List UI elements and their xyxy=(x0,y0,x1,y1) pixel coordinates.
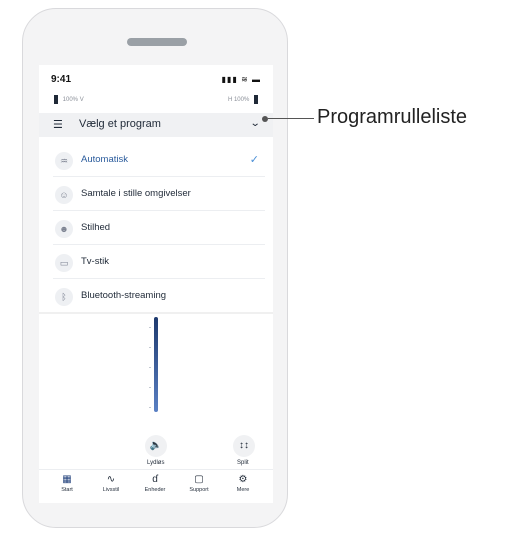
program-dropdown-title: Vælg et program xyxy=(79,118,161,130)
program-label: Bluetooth-streaming xyxy=(81,290,167,301)
signal-wifi-battery-icon: ▮▮▮ ≋ ▬ xyxy=(221,75,261,84)
activity-icon: ∿ xyxy=(106,474,116,485)
bluetooth-icon: ᛒ xyxy=(55,288,73,306)
phone-speaker xyxy=(127,38,187,46)
gear-icon: ⚙ xyxy=(238,474,248,485)
phone-frame: 9:41 ▮▮▮ ≋ ▬ 100% V H 100% ☰ Vælg et pro… xyxy=(22,8,288,528)
chat-icon: ▢ xyxy=(194,474,204,485)
nav-label: Mere xyxy=(236,487,250,493)
split-button[interactable]: ↕↕ xyxy=(233,435,255,457)
split-icon: ↕↕ xyxy=(239,440,249,451)
slider-tick xyxy=(149,347,151,348)
nav-support[interactable]: ▢ Support xyxy=(179,473,219,493)
program-label: Tv-stik xyxy=(81,256,109,267)
automatic-program-icon: ♒ xyxy=(55,152,73,170)
program-item-automatisk[interactable]: ♒ Automatisk ✓ xyxy=(53,145,265,177)
nav-label: Enheder xyxy=(144,487,166,493)
split-label: Split xyxy=(237,460,249,466)
battery-left-icon xyxy=(54,95,58,104)
status-time: 9:41 xyxy=(51,74,72,85)
dropdown-bottom-edge xyxy=(39,312,273,314)
speaker-icon: 🔈 xyxy=(149,440,163,451)
nav-start[interactable]: ▦ Start xyxy=(47,473,87,493)
battery-right-side: H xyxy=(227,97,233,104)
grid-icon: ▦ xyxy=(62,474,72,485)
hearing-aid-icon: ɗ xyxy=(152,474,158,485)
callout-line xyxy=(268,118,314,119)
tv-icon: ▭ xyxy=(55,254,73,272)
program-label: Automatisk xyxy=(81,154,128,165)
mute-label: Lydløs xyxy=(147,460,165,466)
list-icon: ☰ xyxy=(53,119,63,131)
program-item-samtale[interactable]: ☺ Samtale i stille omgivelser xyxy=(53,179,265,211)
program-item-bluetooth[interactable]: ᛒ Bluetooth-streaming xyxy=(53,281,265,313)
program-item-stilhed[interactable]: ☻ Stilhed xyxy=(53,213,265,245)
program-dropdown[interactable]: ☰ Vælg et program ⌄ xyxy=(39,113,273,137)
battery-left: 100% V xyxy=(51,95,84,104)
callout-label: Programrulleliste xyxy=(317,106,468,128)
program-item-tv-stik[interactable]: ▭ Tv-stik xyxy=(53,247,265,279)
conversation-program-icon: ☺ xyxy=(55,186,73,204)
slider-tick xyxy=(149,407,151,408)
chevron-down-icon[interactable]: ⌄ xyxy=(249,118,260,129)
checkmark-icon: ✓ xyxy=(249,154,259,166)
nav-label: Support xyxy=(189,487,209,493)
callout-dot xyxy=(262,116,268,122)
nav-enheder[interactable]: ɗ Enheder xyxy=(135,473,175,493)
quiet-program-icon: ☻ xyxy=(55,220,73,238)
battery-left-pct: 100% xyxy=(62,97,79,104)
volume-slider[interactable] xyxy=(39,315,273,415)
nav-label: Start xyxy=(61,487,73,493)
battery-right-icon xyxy=(254,95,258,104)
battery-right-pct: 100% xyxy=(233,97,250,104)
nav-label: Livsstil xyxy=(102,487,120,493)
battery-left-side: V xyxy=(79,97,84,104)
hearing-aid-battery-row: 100% V H 100% xyxy=(39,91,273,107)
program-label: Samtale i stille omgivelser xyxy=(81,188,191,199)
status-bar: 9:41 ▮▮▮ ≋ ▬ xyxy=(39,65,273,91)
volume-slider-track[interactable] xyxy=(154,317,158,412)
slider-tick xyxy=(149,327,151,328)
bottom-nav: ▦ Start ∿ Livsstil ɗ Enheder ▢ Support ⚙… xyxy=(39,469,273,503)
app-screen: 9:41 ▮▮▮ ≋ ▬ 100% V H 100% ☰ Vælg et pro… xyxy=(39,65,273,503)
mute-button[interactable]: 🔈 xyxy=(145,435,167,457)
nav-mere[interactable]: ⚙ Mere xyxy=(223,473,263,493)
battery-right: H 100% xyxy=(228,95,261,104)
slider-tick xyxy=(149,387,151,388)
program-label: Stilhed xyxy=(81,222,111,233)
slider-tick xyxy=(149,367,151,368)
nav-livsstil[interactable]: ∿ Livsstil xyxy=(91,473,131,493)
